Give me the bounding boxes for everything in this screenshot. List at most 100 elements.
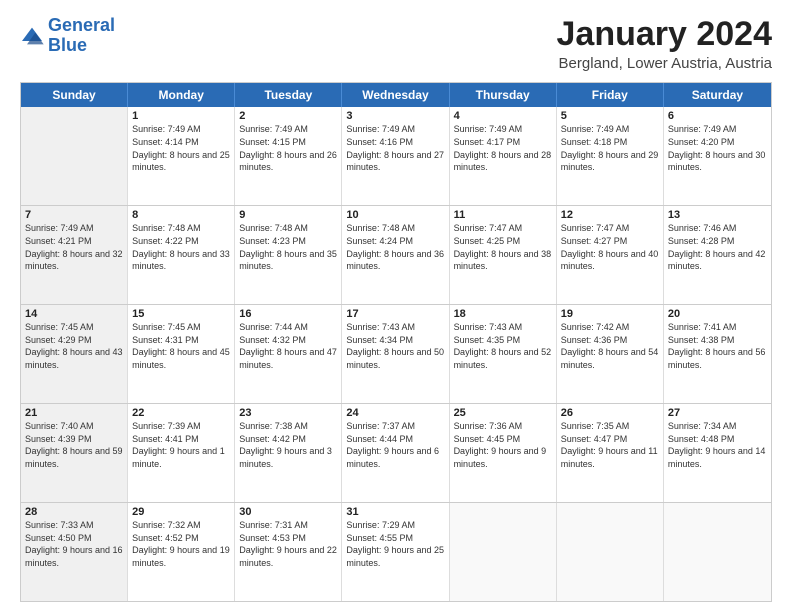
sunrise-text: Sunrise: 7:33 AM xyxy=(25,519,123,532)
sunset-text: Sunset: 4:29 PM xyxy=(25,334,123,347)
daylight-text: Daylight: 8 hours and 50 minutes. xyxy=(346,346,444,371)
day-header-monday: Monday xyxy=(128,83,235,107)
day-number: 23 xyxy=(239,407,337,419)
sunrise-text: Sunrise: 7:47 AM xyxy=(454,222,552,235)
calendar-cell: 27Sunrise: 7:34 AMSunset: 4:48 PMDayligh… xyxy=(664,404,771,502)
day-number: 27 xyxy=(668,407,767,419)
sunrise-text: Sunrise: 7:32 AM xyxy=(132,519,230,532)
day-header-friday: Friday xyxy=(557,83,664,107)
calendar-cell: 11Sunrise: 7:47 AMSunset: 4:25 PMDayligh… xyxy=(450,206,557,304)
sunset-text: Sunset: 4:48 PM xyxy=(668,433,767,446)
day-number: 29 xyxy=(132,506,230,518)
sunset-text: Sunset: 4:22 PM xyxy=(132,235,230,248)
calendar-cell xyxy=(664,503,771,601)
calendar-cell: 19Sunrise: 7:42 AMSunset: 4:36 PMDayligh… xyxy=(557,305,664,403)
sunrise-text: Sunrise: 7:41 AM xyxy=(668,321,767,334)
sunset-text: Sunset: 4:52 PM xyxy=(132,532,230,545)
day-number: 6 xyxy=(668,110,767,122)
daylight-text: Daylight: 8 hours and 45 minutes. xyxy=(132,346,230,371)
calendar-body: 1Sunrise: 7:49 AMSunset: 4:14 PMDaylight… xyxy=(21,107,771,601)
calendar-cell xyxy=(450,503,557,601)
sunrise-text: Sunrise: 7:49 AM xyxy=(239,123,337,136)
day-number: 14 xyxy=(25,308,123,320)
daylight-text: Daylight: 9 hours and 16 minutes. xyxy=(25,544,123,569)
sunset-text: Sunset: 4:41 PM xyxy=(132,433,230,446)
daylight-text: Daylight: 8 hours and 29 minutes. xyxy=(561,149,659,174)
calendar-cell: 8Sunrise: 7:48 AMSunset: 4:22 PMDaylight… xyxy=(128,206,235,304)
daylight-text: Daylight: 8 hours and 33 minutes. xyxy=(132,248,230,273)
day-header-thursday: Thursday xyxy=(450,83,557,107)
calendar-cell: 14Sunrise: 7:45 AMSunset: 4:29 PMDayligh… xyxy=(21,305,128,403)
sunrise-text: Sunrise: 7:42 AM xyxy=(561,321,659,334)
sunrise-text: Sunrise: 7:47 AM xyxy=(561,222,659,235)
day-number: 25 xyxy=(454,407,552,419)
header: General Blue January 2024 Bergland, Lowe… xyxy=(20,16,772,72)
calendar-cell: 13Sunrise: 7:46 AMSunset: 4:28 PMDayligh… xyxy=(664,206,771,304)
day-number: 19 xyxy=(561,308,659,320)
day-number: 17 xyxy=(346,308,444,320)
calendar-cell xyxy=(21,107,128,205)
calendar-cell: 23Sunrise: 7:38 AMSunset: 4:42 PMDayligh… xyxy=(235,404,342,502)
calendar-cell: 29Sunrise: 7:32 AMSunset: 4:52 PMDayligh… xyxy=(128,503,235,601)
location-subtitle: Bergland, Lower Austria, Austria xyxy=(557,55,773,72)
calendar-cell: 15Sunrise: 7:45 AMSunset: 4:31 PMDayligh… xyxy=(128,305,235,403)
daylight-text: Daylight: 8 hours and 59 minutes. xyxy=(25,445,123,470)
daylight-text: Daylight: 9 hours and 3 minutes. xyxy=(239,445,337,470)
day-header-wednesday: Wednesday xyxy=(342,83,449,107)
sunrise-text: Sunrise: 7:45 AM xyxy=(25,321,123,334)
day-number: 31 xyxy=(346,506,444,518)
sunrise-text: Sunrise: 7:29 AM xyxy=(346,519,444,532)
calendar-cell: 28Sunrise: 7:33 AMSunset: 4:50 PMDayligh… xyxy=(21,503,128,601)
daylight-text: Daylight: 8 hours and 42 minutes. xyxy=(668,248,767,273)
sunset-text: Sunset: 4:50 PM xyxy=(25,532,123,545)
daylight-text: Daylight: 8 hours and 26 minutes. xyxy=(239,149,337,174)
sunset-text: Sunset: 4:53 PM xyxy=(239,532,337,545)
daylight-text: Daylight: 8 hours and 52 minutes. xyxy=(454,346,552,371)
sunset-text: Sunset: 4:35 PM xyxy=(454,334,552,347)
sunset-text: Sunset: 4:42 PM xyxy=(239,433,337,446)
day-number: 10 xyxy=(346,209,444,221)
daylight-text: Daylight: 8 hours and 32 minutes. xyxy=(25,248,123,273)
daylight-text: Daylight: 8 hours and 47 minutes. xyxy=(239,346,337,371)
day-header-sunday: Sunday xyxy=(21,83,128,107)
sunset-text: Sunset: 4:34 PM xyxy=(346,334,444,347)
calendar-cell: 25Sunrise: 7:36 AMSunset: 4:45 PMDayligh… xyxy=(450,404,557,502)
calendar-header-row: Sunday Monday Tuesday Wednesday Thursday… xyxy=(21,83,771,107)
daylight-text: Daylight: 8 hours and 28 minutes. xyxy=(454,149,552,174)
calendar-cell: 21Sunrise: 7:40 AMSunset: 4:39 PMDayligh… xyxy=(21,404,128,502)
sunrise-text: Sunrise: 7:48 AM xyxy=(239,222,337,235)
sunrise-text: Sunrise: 7:49 AM xyxy=(132,123,230,136)
sunrise-text: Sunrise: 7:46 AM xyxy=(668,222,767,235)
calendar-cell: 20Sunrise: 7:41 AMSunset: 4:38 PMDayligh… xyxy=(664,305,771,403)
sunset-text: Sunset: 4:16 PM xyxy=(346,136,444,149)
day-number: 15 xyxy=(132,308,230,320)
sunrise-text: Sunrise: 7:36 AM xyxy=(454,420,552,433)
sunset-text: Sunset: 4:18 PM xyxy=(561,136,659,149)
sunrise-text: Sunrise: 7:49 AM xyxy=(668,123,767,136)
calendar-cell: 16Sunrise: 7:44 AMSunset: 4:32 PMDayligh… xyxy=(235,305,342,403)
sunrise-text: Sunrise: 7:39 AM xyxy=(132,420,230,433)
sunset-text: Sunset: 4:15 PM xyxy=(239,136,337,149)
daylight-text: Daylight: 8 hours and 27 minutes. xyxy=(346,149,444,174)
calendar: Sunday Monday Tuesday Wednesday Thursday… xyxy=(20,82,772,602)
day-number: 3 xyxy=(346,110,444,122)
sunset-text: Sunset: 4:17 PM xyxy=(454,136,552,149)
sunrise-text: Sunrise: 7:45 AM xyxy=(132,321,230,334)
day-number: 28 xyxy=(25,506,123,518)
daylight-text: Daylight: 9 hours and 6 minutes. xyxy=(346,445,444,470)
sunset-text: Sunset: 4:32 PM xyxy=(239,334,337,347)
sunset-text: Sunset: 4:14 PM xyxy=(132,136,230,149)
sunset-text: Sunset: 4:45 PM xyxy=(454,433,552,446)
sunset-text: Sunset: 4:31 PM xyxy=(132,334,230,347)
day-number: 26 xyxy=(561,407,659,419)
daylight-text: Daylight: 9 hours and 11 minutes. xyxy=(561,445,659,470)
day-number: 8 xyxy=(132,209,230,221)
daylight-text: Daylight: 9 hours and 25 minutes. xyxy=(346,544,444,569)
calendar-row-2: 7Sunrise: 7:49 AMSunset: 4:21 PMDaylight… xyxy=(21,205,771,304)
calendar-cell: 26Sunrise: 7:35 AMSunset: 4:47 PMDayligh… xyxy=(557,404,664,502)
daylight-text: Daylight: 8 hours and 30 minutes. xyxy=(668,149,767,174)
calendar-cell: 18Sunrise: 7:43 AMSunset: 4:35 PMDayligh… xyxy=(450,305,557,403)
logo-icon xyxy=(20,26,44,46)
sunrise-text: Sunrise: 7:40 AM xyxy=(25,420,123,433)
day-number: 22 xyxy=(132,407,230,419)
